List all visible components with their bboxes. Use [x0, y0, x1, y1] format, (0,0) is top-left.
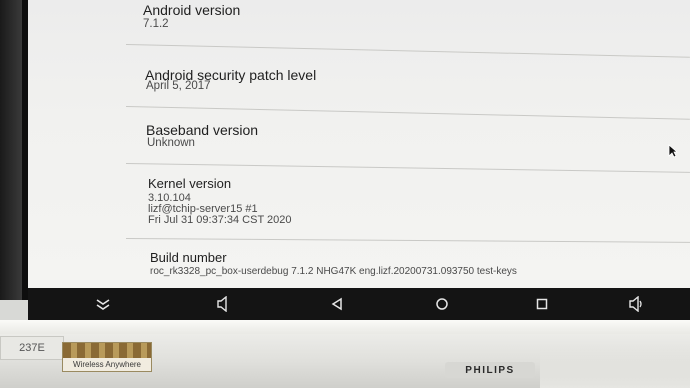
wireless-sticker: Wireless Anywhere	[62, 342, 152, 372]
recents-icon[interactable]	[531, 294, 553, 314]
cable	[540, 340, 690, 388]
setting-value: Fri Jul 31 09:37:34 CST 2020	[148, 214, 292, 226]
divider	[125, 106, 690, 120]
setting-value: Unknown	[147, 137, 195, 149]
volume-up-icon[interactable]	[626, 294, 648, 314]
divider	[125, 163, 690, 173]
volume-down-icon[interactable]	[213, 294, 235, 314]
setting-value: 7.1.2	[143, 18, 169, 30]
setting-title: Baseband version	[146, 122, 259, 138]
divider	[125, 44, 690, 58]
brand-logo: PHILIPS	[445, 362, 535, 378]
sticker-logo	[63, 343, 151, 358]
screen-bezel	[0, 0, 28, 300]
model-label: 237E	[0, 336, 64, 360]
chevron-down-icon[interactable]	[92, 294, 114, 314]
home-icon[interactable]	[431, 294, 453, 314]
setting-title: Build number	[150, 250, 227, 265]
setting-value: roc_rk3328_pc_box-userdebug 7.1.2 NHG47K…	[150, 266, 517, 277]
setting-value: April 5, 2017	[146, 80, 211, 92]
settings-screen: Android version 7.1.2 Android security p…	[28, 0, 690, 290]
setting-title: Kernel version	[148, 176, 232, 191]
divider	[125, 238, 690, 243]
mouse-cursor-icon	[668, 144, 678, 158]
setting-title: Android version	[143, 2, 241, 18]
navigation-bar	[28, 288, 690, 320]
back-icon[interactable]	[326, 294, 348, 314]
sticker-text: Wireless Anywhere	[63, 358, 151, 371]
